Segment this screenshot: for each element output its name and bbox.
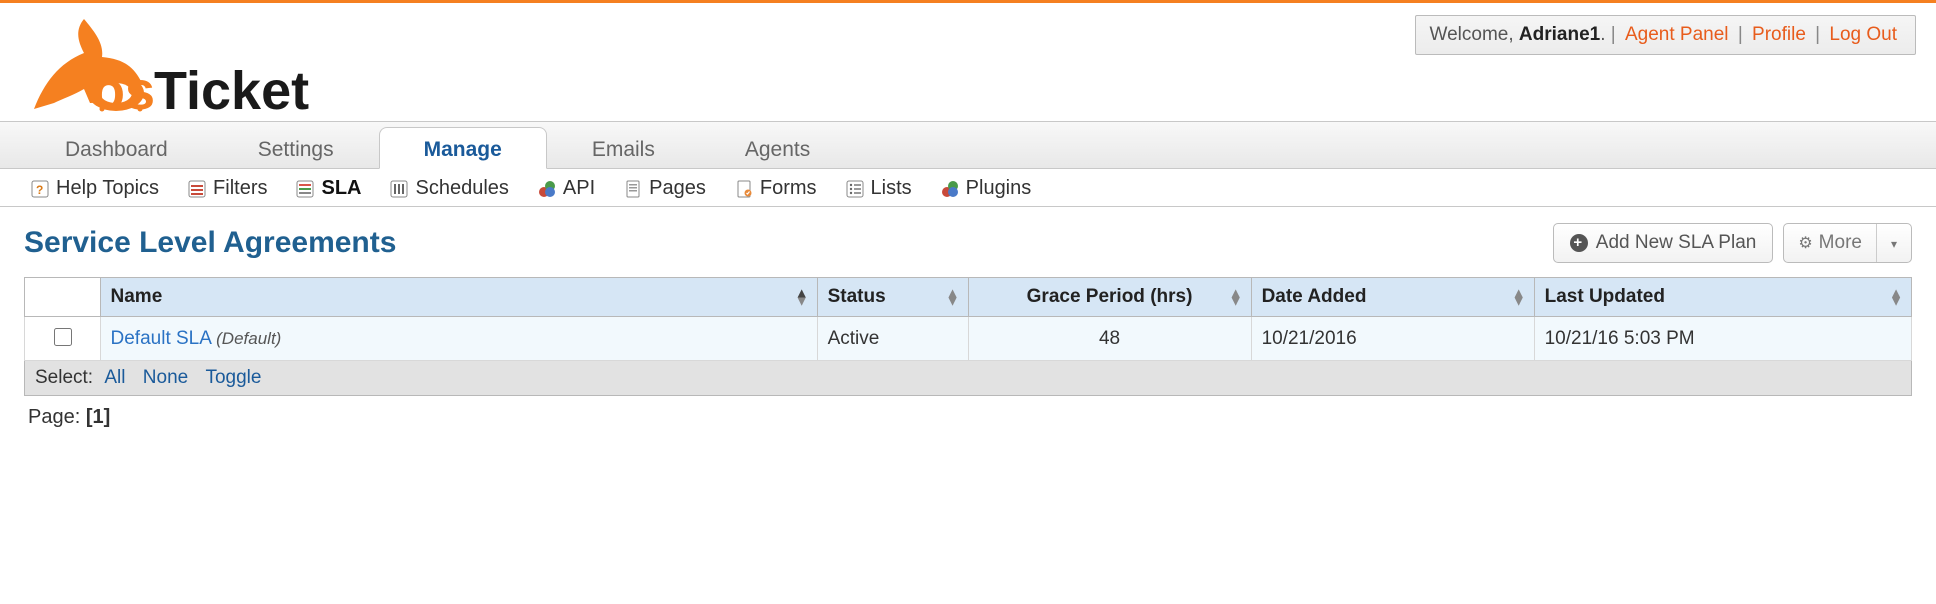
col-name[interactable]: Name ▲▼: [100, 278, 817, 317]
page-title: Service Level Agreements: [24, 226, 396, 260]
subtab-label: Filters: [213, 177, 267, 200]
subtab-forms[interactable]: Forms: [734, 177, 817, 200]
tab-agents[interactable]: Agents: [700, 127, 855, 169]
svg-text:?: ?: [36, 183, 43, 197]
more-button-main[interactable]: More: [1784, 224, 1876, 262]
header: os Ticket Welcome, Adriane1. | Agent Pan…: [0, 3, 1936, 121]
forms-icon: [734, 179, 754, 199]
main-tabs: Dashboard Settings Manage Emails Agents: [0, 121, 1936, 169]
page-current: [1]: [86, 406, 110, 428]
subtab-lists[interactable]: Lists: [845, 177, 912, 200]
col-added[interactable]: Date Added ▲▼: [1251, 278, 1534, 317]
tab-manage[interactable]: Manage: [379, 127, 547, 169]
sort-icon: ▲▼: [795, 289, 809, 306]
col-status[interactable]: Status ▲▼: [817, 278, 968, 317]
paging: Page: [1]: [24, 396, 1912, 439]
username: Adriane1: [1519, 24, 1600, 45]
pages-icon: [623, 179, 643, 199]
schedule-icon: [389, 179, 409, 199]
sla-table: Name ▲▼ Status ▲▼ Grace Period (hrs) ▲▼ …: [24, 277, 1912, 361]
more-button-label: More: [1819, 232, 1862, 254]
gear-icon: [1798, 232, 1812, 254]
subtab-label: Pages: [649, 177, 706, 200]
sort-icon: ▲▼: [946, 289, 960, 306]
col-checkbox: [25, 278, 101, 317]
cell-grace: 48: [968, 317, 1251, 361]
cell-added: 10/21/2016: [1251, 317, 1534, 361]
row-checkbox[interactable]: [54, 328, 72, 346]
agent-panel-link[interactable]: Agent Panel: [1621, 24, 1733, 45]
sla-name-link[interactable]: Default SLA: [111, 328, 211, 349]
subtab-label: Plugins: [966, 177, 1032, 200]
subtab-help-topics[interactable]: ? Help Topics: [30, 177, 159, 200]
subtab-plugins[interactable]: Plugins: [940, 177, 1032, 200]
col-updated[interactable]: Last Updated ▲▼: [1534, 278, 1911, 317]
svg-text:Ticket: Ticket: [154, 61, 309, 115]
default-tag: (Default): [216, 329, 281, 348]
subtab-schedules[interactable]: Schedules: [389, 177, 508, 200]
cell-updated: 10/21/16 5:03 PM: [1534, 317, 1911, 361]
plugins-icon: [940, 179, 960, 199]
subtab-label: Help Topics: [56, 177, 159, 200]
cell-status: Active: [817, 317, 968, 361]
logo[interactable]: os Ticket: [24, 13, 324, 115]
add-button-label: Add New SLA Plan: [1596, 232, 1757, 254]
subtab-label: API: [563, 177, 595, 200]
tab-settings[interactable]: Settings: [213, 127, 379, 169]
col-grace[interactable]: Grace Period (hrs) ▲▼: [968, 278, 1251, 317]
subtab-filters[interactable]: Filters: [187, 177, 267, 200]
api-icon: [537, 179, 557, 199]
filter-icon: [187, 179, 207, 199]
sort-icon: ▲▼: [1229, 289, 1243, 306]
subtab-pages[interactable]: Pages: [623, 177, 706, 200]
select-bar: Select: All None Toggle: [24, 361, 1912, 396]
sort-icon: ▲▼: [1889, 289, 1903, 306]
sort-icon: ▲▼: [1512, 289, 1526, 306]
welcome-text: Welcome,: [1430, 24, 1519, 45]
sla-icon: [295, 179, 315, 199]
subtab-label: Forms: [760, 177, 817, 200]
subtab-api[interactable]: API: [537, 177, 595, 200]
subtab-label: Schedules: [415, 177, 508, 200]
subtab-label: Lists: [871, 177, 912, 200]
add-new-sla-button[interactable]: Add New SLA Plan: [1553, 223, 1774, 263]
logout-link[interactable]: Log Out: [1825, 24, 1901, 45]
lists-icon: [845, 179, 865, 199]
sub-tabs: ? Help Topics Filters SLA Schedules API …: [0, 169, 1936, 207]
select-all[interactable]: All: [104, 367, 125, 388]
more-button: More: [1783, 223, 1912, 263]
more-button-dropdown[interactable]: [1876, 224, 1911, 262]
select-none[interactable]: None: [143, 367, 188, 388]
plus-icon: [1570, 234, 1588, 252]
help-icon: ?: [30, 179, 50, 199]
profile-link[interactable]: Profile: [1748, 24, 1810, 45]
osticket-logo-icon: os Ticket: [24, 13, 324, 115]
select-label: Select:: [35, 367, 93, 388]
subtab-label: SLA: [321, 177, 361, 200]
page-label: Page:: [28, 406, 80, 428]
tab-emails[interactable]: Emails: [547, 127, 700, 169]
caret-down-icon: [1891, 232, 1897, 254]
table-row: Default SLA (Default) Active 48 10/21/20…: [25, 317, 1912, 361]
content: Service Level Agreements Add New SLA Pla…: [0, 207, 1936, 455]
tab-dashboard[interactable]: Dashboard: [20, 127, 213, 169]
user-bar: Welcome, Adriane1. | Agent Panel | Profi…: [1415, 15, 1917, 55]
select-toggle[interactable]: Toggle: [205, 367, 261, 388]
subtab-sla[interactable]: SLA: [295, 177, 361, 200]
